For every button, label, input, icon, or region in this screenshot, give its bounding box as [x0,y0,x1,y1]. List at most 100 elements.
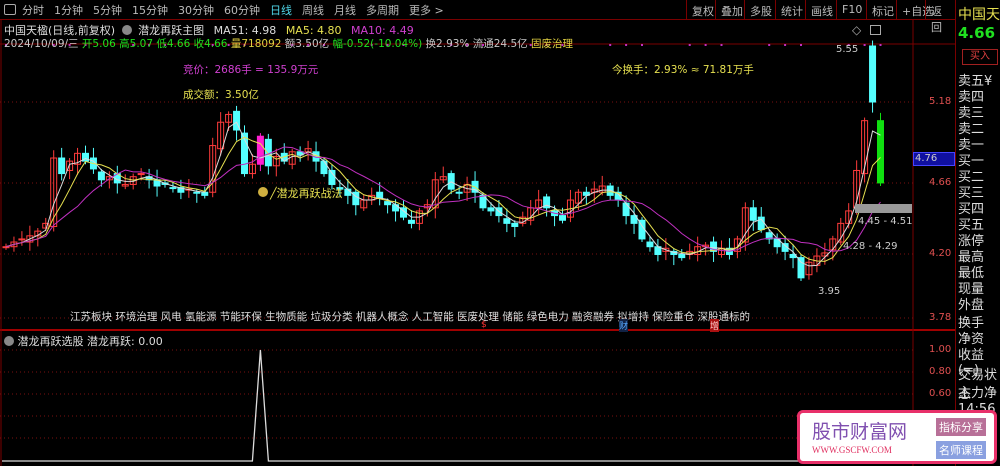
signal-label: ╱潜龙再跃战法 [258,185,343,201]
candle-body [877,120,884,184]
close-value: 收4.66 [193,38,228,50]
toolbar-action-button[interactable]: 标记 [866,0,899,20]
period-tab[interactable]: 分时 [22,2,44,18]
current-price-tag: 4.76 [913,152,955,166]
candle-body [797,257,805,279]
period-tab[interactable]: 5分钟 [93,2,122,18]
high-value: 高5.07 [119,38,154,50]
event-mark[interactable]: 财 [619,319,629,332]
candle-body [455,191,463,194]
indicator-tick: 0.80 [929,366,952,377]
stock-name: 中国天 [958,7,1000,23]
auction-label: 竞价：2686手 = 135.9万元 [183,64,319,76]
buy-button[interactable]: 买入 [962,49,998,65]
toolbar-action-button[interactable]: 画线 [805,0,838,20]
candle-body [384,201,392,206]
float-value: 流通24.5亿 [472,38,528,50]
candle-body [869,45,877,103]
candle-body [407,219,415,224]
quote-panel: 中国天 4.66 买入 卖五¥ 卖四 卖三 卖二 卖一 买一 买二 买三 买四 买五 涨停 最高 最低现… [955,0,1000,466]
period-tab[interactable]: 月线 [334,2,356,18]
candle-body [137,173,145,176]
candle-body [58,157,66,175]
price-tick: 4.66 [929,177,952,188]
price-tick: 5.18 [929,96,952,107]
period-tab[interactable]: 1分钟 [54,2,83,18]
toolbar-action-button[interactable]: F10 [836,0,867,20]
concept-tag[interactable]: 固废治理 [531,38,573,50]
indicator-tick: 0.60 [929,388,952,399]
zone1-label: 4.45 - 4.51 [858,216,913,227]
amount-value: 额3.50亿 [284,38,330,50]
period-tab[interactable]: 多周期 [366,2,399,18]
today-turnover-label: 今换手：2.93% ≈ 71.81万手 [612,64,754,76]
quote-row-label: 主力净 [958,386,998,401]
lower-panel-value: 潜龙再跃: 0.00 [87,335,163,348]
watermark-logo: 股市财富网 WWW.GSCFW.COM 指标分享 名师课程 [797,410,997,464]
lower-panel-header: 潜龙再跃选股 潜龙再跃: 0.00 [4,333,163,349]
dropdown-icon[interactable] [4,336,14,346]
toolbar-action-button[interactable]: 统计 [775,0,808,20]
zone2-label: 4.28 - 4.29 [843,241,898,252]
resistance-zone [855,204,912,213]
candle-body [646,241,654,248]
candle-body [749,207,757,221]
period-tab[interactable]: 更多 > [409,2,444,18]
turnover-value: 换2.93% [425,38,470,50]
panel-toggle-icon[interactable] [870,25,881,35]
event-mark[interactable]: $ [481,320,487,330]
period-tab[interactable]: 日线 [270,2,292,18]
signal-dot [720,44,723,46]
date: 2024/10/09/三 [4,38,79,50]
indicator-line [2,349,913,462]
price-tick: 4.20 [929,248,952,259]
candle-body [392,204,400,212]
concept-list: 江苏板块 环境治理 风电 氢能源 节能环保 生物质能 垃圾分类 机器人概念 人工… [70,311,751,323]
candle-body [320,160,328,175]
low-mark: 3.95 [818,286,841,297]
candle-body [622,202,630,217]
candle-body [487,207,495,212]
diamond-icon[interactable]: ◇ [852,23,861,37]
candle-body [169,187,177,190]
candle-body [256,135,264,165]
last-price: 4.66 [958,24,996,42]
signal-dot [625,44,628,46]
candle-body [559,215,566,221]
period-tab[interactable]: 60分钟 [224,2,260,18]
period-tab[interactable]: 周线 [302,2,324,18]
money-bag-icon [258,187,268,197]
toolbar-action-button[interactable]: 多股 [744,0,777,20]
signal-dot [863,44,866,46]
indicator-tick: 1.00 [929,344,952,355]
logo-tag: 名师课程 [936,441,986,459]
lower-panel-title[interactable]: 潜龙再跃选股 [18,335,84,348]
event-mark[interactable]: 增 [710,319,720,332]
signal-dot [609,44,612,46]
high-mark: 5.55 [836,44,859,55]
logo-url: WWW.GSCFW.COM [812,445,892,455]
low-value: 低4.66 [156,38,191,50]
sidebar-toggle-icon[interactable] [4,4,16,15]
logo-name: 股市财富网 [812,421,908,443]
ma5-line [5,136,881,262]
open-value: 开5.06 [81,38,116,50]
candle-body [503,218,511,224]
signal-text: 潜龙再跃战法 [276,187,343,200]
period-tab[interactable]: 15分钟 [132,2,168,18]
logo-tag: 指标分享 [936,418,986,436]
signal-dot [768,44,771,46]
dropdown-icon[interactable] [121,25,132,35]
candle-body [511,222,519,227]
signal-dot [784,44,787,46]
candle-body [97,171,105,181]
candle-body [678,253,686,259]
header-line-2: 2024/10/09/三 开5.06 高5.07 低4.66 收4.66 量71… [4,36,573,51]
period-tab[interactable]: 30分钟 [178,2,214,18]
signal-dot [800,44,802,46]
toolbar-action-button[interactable]: 返回 [925,0,955,34]
kline-chart[interactable] [0,0,955,466]
candle-body [2,246,10,249]
signal-dot [641,44,643,46]
toolbar: 分时 1分钟 5分钟 15分钟 30分钟 60分钟 日线 周线 月线 多周期 更多 > 复权 叠加 多股… [0,0,955,34]
